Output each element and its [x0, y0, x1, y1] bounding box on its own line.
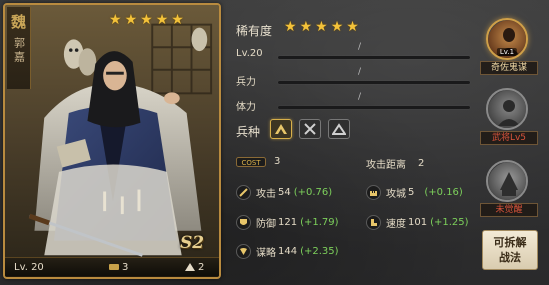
star-icon: ★	[124, 12, 138, 28]
card-cost: 2	[185, 262, 204, 273]
defense-label: 防御	[256, 219, 276, 230]
attack-label: 攻击	[256, 189, 276, 200]
range-row: 攻击距离 2	[366, 156, 424, 171]
stamina-slash: /	[358, 92, 362, 102]
general-name: 郭嘉	[12, 37, 26, 65]
season-badge: S2	[180, 233, 205, 253]
split-button-line2: 战法	[499, 251, 521, 264]
soldiers-bar	[278, 81, 470, 84]
intellect-value: 144	[278, 246, 298, 257]
siege-label: 攻城	[386, 189, 406, 200]
speed-boot-icon	[366, 215, 381, 230]
card-side-strip: 魏 郭嘉	[7, 7, 31, 89]
cost-value: 3	[274, 156, 281, 167]
cavalry-icon	[275, 124, 287, 134]
card-bottom-bar: Lv. 20 3 2	[5, 257, 219, 277]
star-icon: ★	[330, 19, 344, 35]
split-button-line1: 可拆解	[493, 236, 527, 249]
speed-bonus: (+1.25)	[430, 217, 469, 228]
split-skill-button[interactable]: 可拆解 战法	[482, 230, 538, 270]
soldiers-label: 兵力	[236, 77, 256, 88]
card-level: Lv. 20	[14, 262, 44, 273]
rarity-stars: ★ ★ ★ ★ ★	[284, 19, 359, 35]
speed-value: 101	[408, 217, 428, 228]
card-cost-value: 2	[198, 262, 205, 273]
star-icon: ★	[284, 19, 297, 35]
star-icon: ★	[140, 12, 153, 28]
cost-label-text: COST	[241, 159, 261, 167]
card-troops: 3	[109, 262, 128, 273]
defense-bonus: (+1.79)	[300, 217, 339, 228]
range-value: 2	[418, 158, 425, 169]
siege-castle-icon	[366, 185, 381, 200]
locked-skill-icon	[488, 90, 526, 128]
range-label: 攻击距离	[366, 160, 406, 171]
card-troops-value: 3	[122, 262, 129, 273]
stamina-bar	[278, 106, 470, 109]
attack-value: 54	[278, 187, 291, 198]
skill-3-label: 未觉醒	[480, 203, 538, 217]
troop-type-cavalry[interactable]	[270, 119, 292, 139]
attack-stat: 攻击 54 (+0.76)	[236, 185, 332, 200]
star-icon: ★	[299, 19, 313, 35]
skill-1-label: 奇佐鬼谋	[480, 61, 538, 75]
skill-slot-2[interactable]	[486, 88, 528, 130]
troop-type-archer[interactable]	[328, 119, 350, 139]
speed-stat: 速度 101 (+1.25)	[366, 215, 469, 230]
speed-label: 速度	[386, 219, 406, 230]
siege-bonus: (+0.16)	[424, 187, 463, 198]
skill-slot-1[interactable]: Lv.1	[486, 18, 528, 60]
siege-stat: 攻城 5 (+0.16)	[366, 185, 463, 200]
troop-type-infantry[interactable]	[299, 119, 321, 139]
star-icon: ★	[315, 19, 328, 35]
defense-value: 121	[278, 217, 298, 228]
general-card[interactable]: 魏 郭嘉 ★ ★ ★ ★ ★ S2 Lv. 20 3 2	[3, 3, 221, 279]
level-progress-bar	[278, 56, 470, 59]
skill-1-level: Lv.1	[496, 48, 518, 56]
intellect-bonus: (+2.35)	[300, 246, 339, 257]
unawakened-skill-icon	[488, 162, 526, 200]
attack-sword-icon	[236, 185, 251, 200]
star-icon: ★	[171, 12, 184, 28]
star-icon: ★	[346, 19, 359, 35]
crossed-spears-icon	[304, 123, 316, 135]
attack-bonus: (+0.76)	[293, 187, 333, 198]
intellect-fan-icon	[236, 244, 251, 259]
faction-badge: 魏	[10, 12, 26, 31]
defense-shield-icon	[236, 215, 251, 230]
cost-label-icon: COST	[236, 156, 266, 167]
cost-icon	[185, 263, 195, 271]
siege-value: 5	[408, 187, 415, 198]
card-stars: ★ ★ ★ ★ ★	[109, 12, 184, 28]
level-slash: /	[358, 42, 362, 52]
stamina-label: 体力	[236, 102, 256, 113]
intellect-stat: 谋略 144 (+2.35)	[236, 244, 339, 259]
star-icon: ★	[155, 12, 169, 28]
skill-2-label: 武将Lv5	[480, 131, 538, 145]
archer-tent-icon	[332, 123, 346, 135]
intellect-label: 谋略	[256, 248, 276, 259]
troop-count-icon	[109, 264, 119, 270]
soldiers-slash: /	[358, 67, 362, 77]
rarity-label: 稀有度	[236, 24, 273, 38]
level-label: Lv.20	[236, 48, 263, 59]
cost-row: COST 3	[236, 156, 280, 167]
troop-type-label: 兵种	[236, 125, 261, 139]
skill-slot-3[interactable]	[486, 160, 528, 202]
star-icon: ★	[109, 12, 122, 28]
defense-stat: 防御 121 (+1.79)	[236, 215, 339, 230]
